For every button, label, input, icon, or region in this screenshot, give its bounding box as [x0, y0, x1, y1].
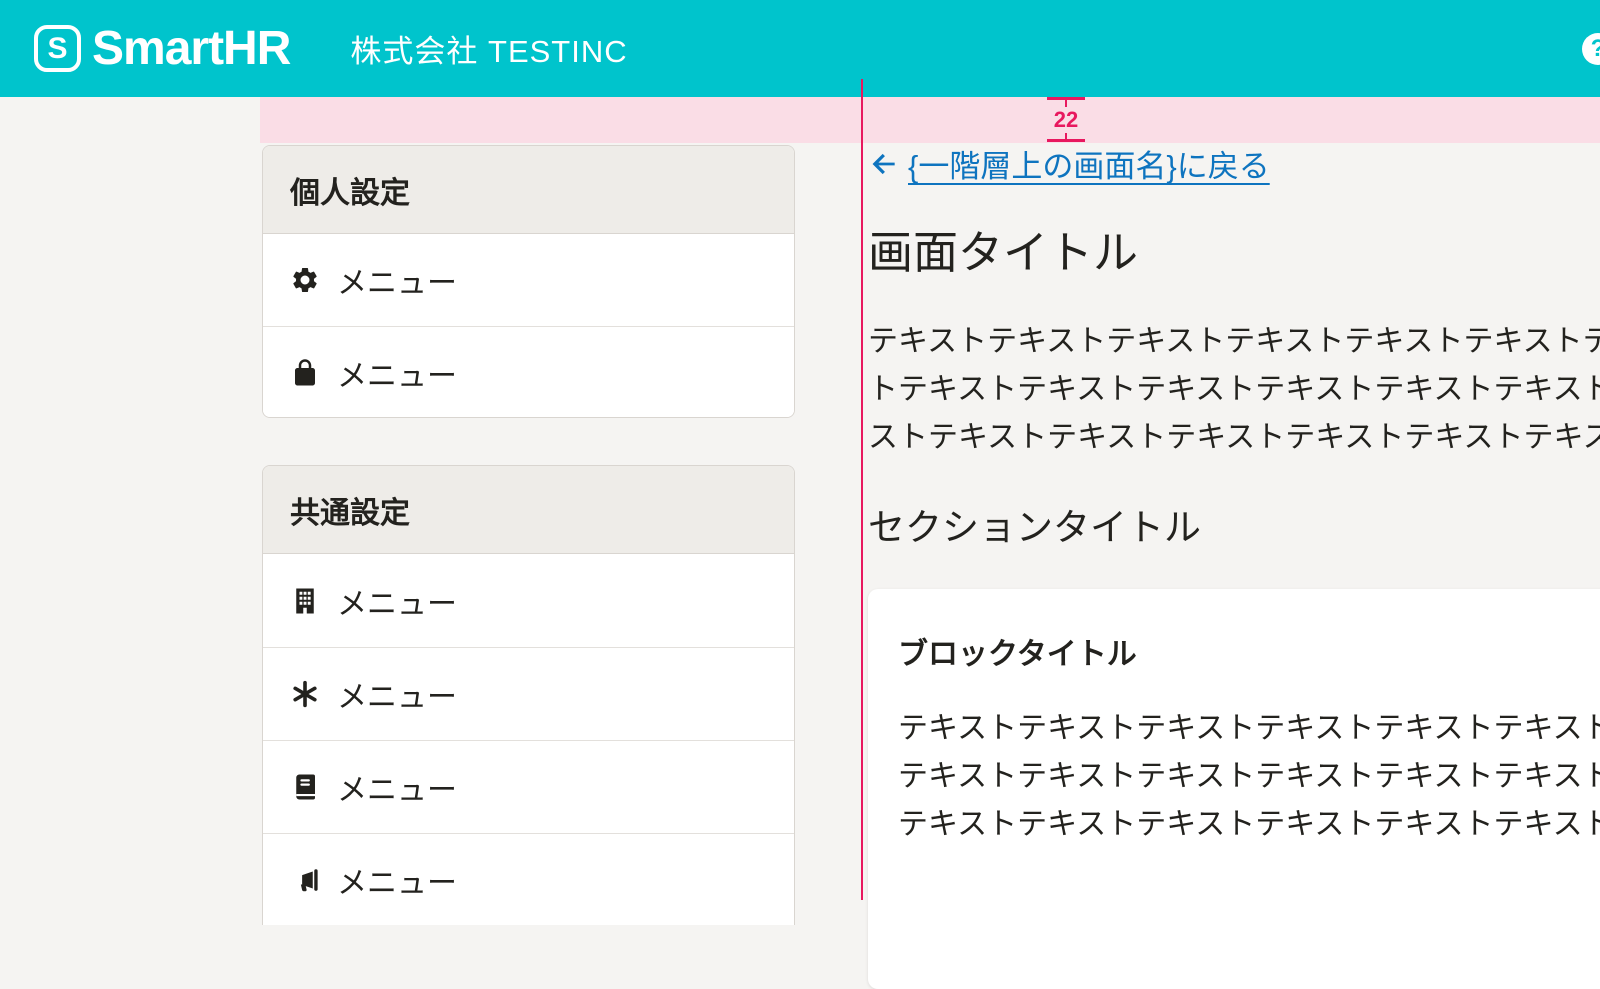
smarthr-logo-icon: S: [34, 25, 81, 72]
help-button[interactable]: ?: [1582, 33, 1600, 65]
spacing-highlight-band: [260, 97, 1600, 143]
back-link[interactable]: {一階層上の画面名}に戻る: [868, 141, 1270, 186]
sidebar-item-menu[interactable]: メニュー: [263, 234, 794, 326]
intro-text: テキストテキストテキストテキストテキストテキストテキストテキストテキストテキスト…: [868, 318, 1600, 462]
arrow-left-icon: [868, 148, 900, 180]
sidebar-item-label: メニュー: [337, 858, 457, 902]
sidebar-item-label: メニュー: [337, 579, 457, 623]
logo-letter: S: [47, 32, 67, 66]
sidebar-item-menu[interactable]: メニュー: [263, 326, 794, 418]
asterisk-icon: [290, 679, 320, 709]
gear-icon: [290, 265, 320, 295]
lock-icon: [290, 358, 320, 388]
spacing-value-label: 22: [1052, 107, 1080, 133]
company-name: 株式会社 TESTINC: [350, 26, 627, 71]
sidebar-item-label: メニュー: [337, 672, 457, 716]
section-title: セクションタイトル: [868, 504, 1201, 552]
spacing-measurement: 22: [1047, 97, 1085, 142]
group-title: 共通設定: [263, 466, 794, 554]
block-title: ブロックタイトル: [898, 629, 1137, 673]
sidebar-item-menu[interactable]: メニュー: [263, 554, 794, 647]
building-icon: [290, 586, 320, 616]
sidebar-item-label: メニュー: [337, 765, 457, 809]
group-title: 個人設定: [263, 146, 794, 234]
sidebar-item-menu[interactable]: メニュー: [263, 740, 794, 833]
app-header: S SmartHR 株式会社 TESTINC ?: [0, 0, 1600, 97]
question-mark-icon: ?: [1591, 35, 1600, 63]
back-link-label: {一階層上の画面名}に戻る: [908, 141, 1270, 186]
content-block: ブロックタイトル テキストテキストテキストテキストテキストテキストテキストテキス…: [868, 589, 1600, 989]
page-title: 画面タイトル: [868, 224, 1138, 283]
sidebar-group-personal-settings: 個人設定 メニュー メニュー: [262, 145, 795, 418]
block-text: テキストテキストテキストテキストテキストテキストテキストテキストテキストテキスト…: [898, 705, 1600, 849]
megaphone-icon: [290, 865, 320, 895]
sidebar-item-menu[interactable]: メニュー: [263, 833, 794, 925]
book-icon: [290, 772, 320, 802]
sidebar-item-label: メニュー: [337, 351, 457, 395]
margin-guide-line: [861, 79, 863, 900]
sidebar-group-common-settings: 共通設定 メニュー メニュー メニュー メニュー: [262, 465, 795, 925]
sidebar-item-label: メニュー: [337, 258, 457, 302]
sidebar-item-menu[interactable]: メニュー: [263, 647, 794, 740]
smarthr-wordmark: SmartHR: [92, 21, 290, 76]
